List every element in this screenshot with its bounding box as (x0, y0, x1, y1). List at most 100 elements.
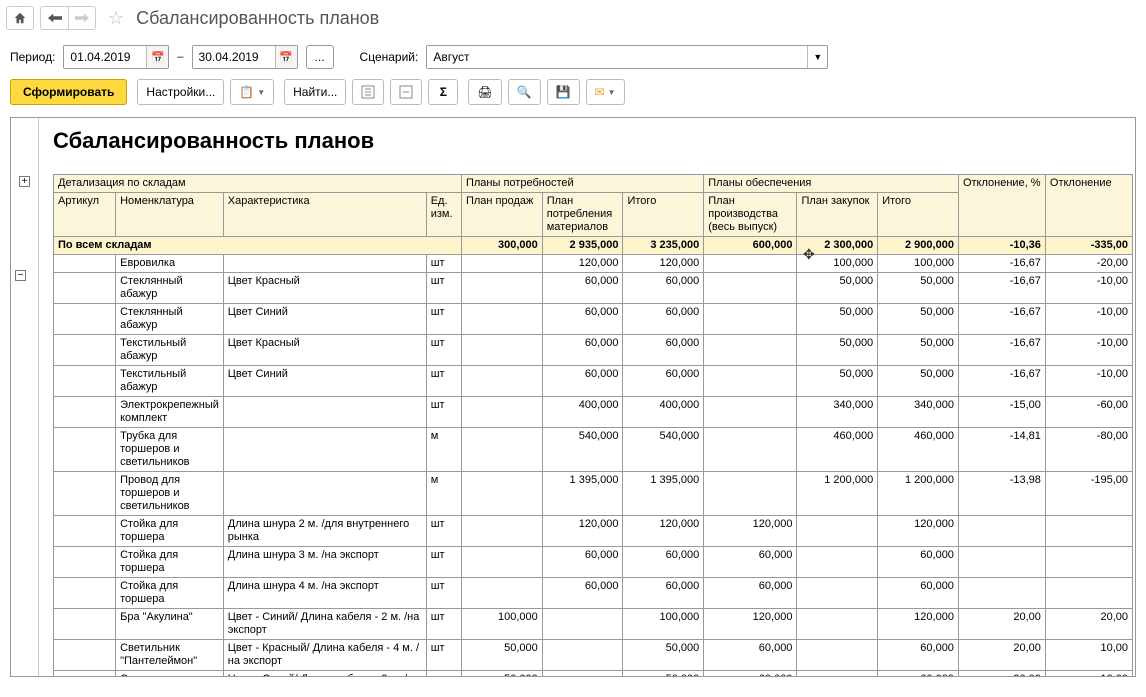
cell-value: -16,67 (958, 273, 1045, 304)
date-to-field[interactable]: 📅 (192, 45, 298, 69)
cell-value: 2 900,000 (878, 237, 959, 255)
cell-value (704, 428, 797, 472)
forward-button[interactable] (68, 6, 96, 30)
period-choose-button[interactable]: ... (306, 45, 334, 69)
cell-value: -13,98 (958, 472, 1045, 516)
cell-value: 50,000 (623, 671, 704, 678)
cell-value: 50,000 (797, 366, 878, 397)
cell-nomenclature: Стеклянный абажур (116, 273, 224, 304)
print-button[interactable]: 🖨 (468, 79, 501, 105)
date-from-input[interactable] (64, 46, 146, 68)
cell-value: 20,00 (958, 609, 1045, 640)
cell-value (704, 366, 797, 397)
table-row: Текстильный абажур Цвет Синий шт 60,0006… (54, 366, 1133, 397)
cell-value (461, 578, 542, 609)
chevron-down-icon: ▼ (257, 88, 265, 97)
mail-icon: ✉ (595, 85, 605, 99)
cell-characteristic: Цвет Синий (223, 366, 426, 397)
calendar-icon[interactable]: 📅 (146, 46, 168, 68)
cell-value: 60,000 (878, 578, 959, 609)
cell-characteristic: Длина шнура 2 м. /для внутреннего рынка (223, 516, 426, 547)
sum-button[interactable]: Σ (428, 79, 458, 105)
cell-value: 50,000 (878, 304, 959, 335)
col-total-need: Итого (623, 193, 704, 237)
col-plans-supply: Планы обеспечения (704, 175, 959, 193)
cell-value (797, 547, 878, 578)
scenario-input[interactable] (427, 46, 807, 68)
cell-nomenclature: Бра "Акулина" (116, 609, 224, 640)
cell-nomenclature: Светильник "Пантелеймон" (116, 671, 224, 678)
cell-value: 60,000 (542, 304, 623, 335)
cell-nomenclature: Стойка для торшера (116, 578, 224, 609)
cell-characteristic: Цвет Красный (223, 273, 426, 304)
cell-value: 1 200,000 (878, 472, 959, 516)
disk-icon: 💾 (556, 85, 571, 99)
collapse-toggle[interactable]: − (15, 270, 26, 281)
cell-value: 60,000 (623, 304, 704, 335)
cell-value: 60,000 (704, 640, 797, 671)
cell-characteristic: Цвет Синий (223, 304, 426, 335)
cell-value (461, 273, 542, 304)
form-report-button[interactable]: Сформировать (10, 79, 127, 105)
variants-button[interactable]: 📋▼ (230, 79, 274, 105)
cell-article (58, 397, 116, 428)
cell-unit: шт (426, 335, 461, 366)
preview-button[interactable]: 🔍 (508, 79, 541, 105)
cell-value: 100,000 (797, 255, 878, 273)
cell-article (58, 472, 116, 516)
cell-value: 60,000 (542, 273, 623, 304)
cell-value: 100,000 (623, 609, 704, 640)
cell-value: 60,000 (542, 366, 623, 397)
cell-value (704, 397, 797, 428)
report-table: Детализация по складам Планы потребносте… (53, 174, 1133, 677)
cell-characteristic (223, 397, 426, 428)
date-to-input[interactable] (193, 46, 275, 68)
cell-characteristic: Цвет - Синий/ Длина кабеля - 2 м. /для в… (223, 671, 426, 678)
cell-value: 600,000 (704, 237, 797, 255)
send-button[interactable]: ✉▼ (586, 79, 625, 105)
expand-toggle[interactable]: + (19, 176, 30, 187)
find-button[interactable]: Найти... (284, 79, 346, 105)
cell-nomenclature: Трубка для торшеров и светильников (116, 428, 224, 472)
cell-value (797, 640, 878, 671)
date-from-field[interactable]: 📅 (63, 45, 169, 69)
cell-nomenclature: Стеклянный абажур (116, 304, 224, 335)
cell-value: -16,67 (958, 335, 1045, 366)
cell-value (797, 516, 878, 547)
back-button[interactable] (40, 6, 68, 30)
scenario-select[interactable]: ▼ (426, 45, 828, 69)
calendar-icon[interactable]: 📅 (275, 46, 297, 68)
cell-value: 50,000 (878, 366, 959, 397)
cell-unit: м (426, 472, 461, 516)
cell-unit: шт (426, 609, 461, 640)
header-row-1: Детализация по складам Планы потребносте… (54, 175, 1133, 193)
collapse-button[interactable] (390, 79, 422, 105)
home-button[interactable] (6, 6, 34, 30)
cell-unit: шт (426, 578, 461, 609)
settings-button[interactable]: Настройки... (137, 79, 224, 105)
expand-button[interactable] (352, 79, 384, 105)
table-row: Стойка для торшера Длина шнура 4 м. /на … (54, 578, 1133, 609)
cell-nomenclature: Провод для торшеров и светильников (116, 472, 224, 516)
report-title: Сбалансированность планов (53, 128, 1129, 154)
cell-article (58, 547, 116, 578)
chevron-down-icon[interactable]: ▼ (807, 46, 827, 68)
cell-value: 60,000 (878, 547, 959, 578)
cell-article (58, 304, 116, 335)
preview-icon: 🔍 (517, 85, 532, 99)
cell-value (704, 304, 797, 335)
warehouse-row: По всем складам 300,0002 935,0003 235,00… (54, 237, 1133, 255)
cell-value (958, 547, 1045, 578)
table-row: Электрокрепежный комплект шт 400,000400,… (54, 397, 1133, 428)
cell-value (461, 516, 542, 547)
cell-nomenclature: Стойка для торшера (116, 516, 224, 547)
cell-article (58, 255, 116, 273)
cell-value: -195,00 (1045, 472, 1132, 516)
cell-value (704, 472, 797, 516)
col-detail: Детализация по складам (54, 175, 462, 193)
favorite-star-icon[interactable]: ☆ (108, 8, 124, 29)
save-button[interactable]: 💾 (547, 79, 580, 105)
cell-value: 50,000 (797, 335, 878, 366)
col-plan-purchase: План закупок (797, 193, 878, 237)
home-icon (13, 11, 27, 25)
